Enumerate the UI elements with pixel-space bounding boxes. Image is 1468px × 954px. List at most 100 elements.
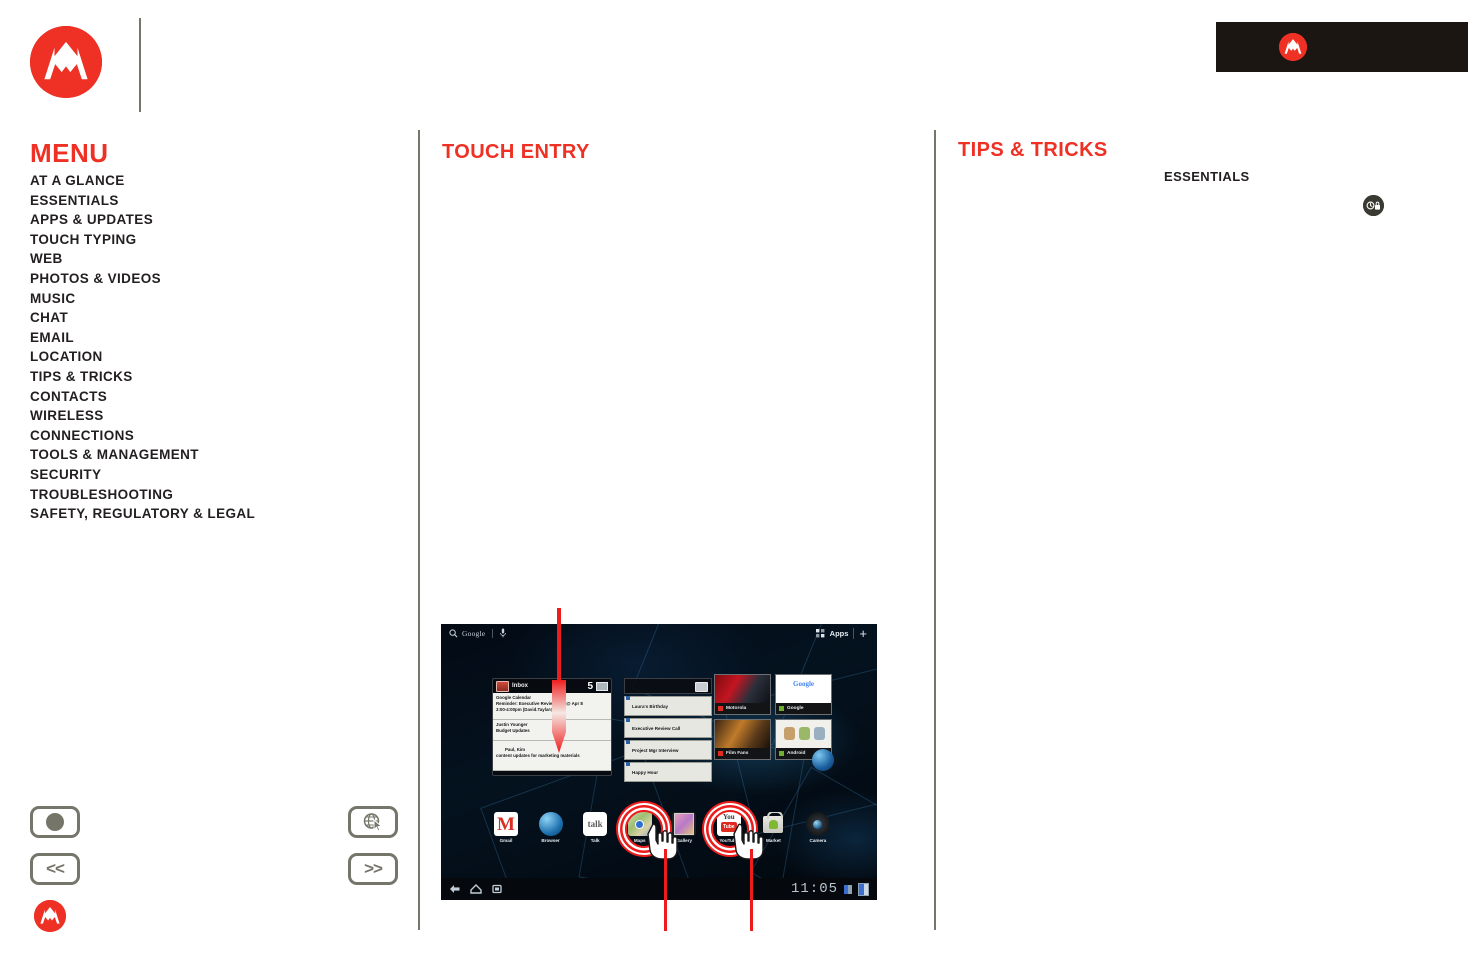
- event-color-chip: [626, 762, 630, 766]
- calendar-event[interactable]: Happy Hour: [624, 762, 712, 782]
- dock-app-gallery[interactable]: Gallery: [665, 812, 703, 858]
- menu-item-email[interactable]: EMAIL: [30, 328, 390, 348]
- menu-item-tips-and-tricks[interactable]: TIPS & TRICKS: [30, 367, 390, 387]
- calendar-event-title: Happy Hour: [632, 769, 659, 775]
- motorola-logo-header: [30, 26, 102, 98]
- web-button[interactable]: [348, 806, 398, 838]
- dock-app-label: Market: [765, 838, 781, 843]
- dock-app-label: Talk: [590, 838, 600, 843]
- talk-icon: talk: [583, 812, 608, 836]
- dock-app-gmail[interactable]: M Gmail: [487, 812, 525, 858]
- favicon-icon: [779, 751, 784, 756]
- bookmark-tile-google[interactable]: Google Google: [775, 674, 832, 715]
- camera-icon: [805, 812, 830, 836]
- gmail-icon: M: [494, 812, 518, 836]
- menu-item-security[interactable]: SECURITY: [30, 465, 390, 485]
- bookmark-label: Google: [787, 706, 804, 711]
- email-icon: [496, 680, 509, 692]
- back-icon[interactable]: [449, 884, 460, 894]
- battery-icon: [858, 882, 869, 896]
- dock-app-talk[interactable]: talk Talk: [576, 812, 614, 858]
- apps-separator: [853, 628, 855, 639]
- calendar-widget[interactable]: Laura's Birthday Executive Review Call P…: [624, 678, 712, 782]
- motorola-logo-footer: [34, 900, 66, 932]
- brand-badge: [1216, 22, 1468, 72]
- previous-icon: <<: [46, 859, 65, 878]
- motorola-logo-badge: [1279, 33, 1307, 61]
- menu-item-connections[interactable]: CONNECTIONS: [30, 426, 390, 446]
- tips-and-tricks-title: TIPS & TRICKS: [958, 139, 1108, 161]
- unread-count: 5: [587, 680, 593, 692]
- menu-item-apps-and-updates[interactable]: APPS & UPDATES: [30, 210, 390, 230]
- calendar-event[interactable]: Project Mgr Interview: [624, 740, 712, 760]
- google-search-bar[interactable]: Google: [449, 628, 507, 638]
- recent-apps-icon[interactable]: [492, 884, 503, 894]
- microphone-icon: [500, 628, 507, 638]
- app-dock: M Gmail Browser talk Talk Maps Gallery Y…: [487, 812, 837, 858]
- dock-app-market[interactable]: Market: [754, 812, 792, 858]
- bookmark-tile-motorola[interactable]: Motorola: [714, 674, 771, 715]
- calendar-event[interactable]: Executive Review Call: [624, 718, 712, 738]
- plus-icon[interactable]: +: [859, 627, 867, 640]
- menu-item-essentials[interactable]: ESSENTIALS: [30, 191, 390, 211]
- menu-item-location[interactable]: LOCATION: [30, 347, 390, 367]
- calendar-event[interactable]: Laura's Birthday: [624, 696, 712, 716]
- bookmark-thumbnail: [776, 720, 831, 748]
- dock-app-youtube[interactable]: You Tube YouTube: [710, 812, 748, 858]
- menu-item-at-a-glance[interactable]: AT A GLANCE: [30, 171, 390, 191]
- favicon-icon: [718, 706, 723, 711]
- gallery-icon: [672, 812, 697, 836]
- bookmark-label-row: Motorola: [715, 703, 770, 714]
- dock-app-camera[interactable]: Camera: [799, 812, 837, 858]
- event-color-chip: [626, 718, 630, 722]
- tablet-top-bar: Google Apps +: [441, 624, 877, 646]
- search-provider-label: Google: [462, 628, 486, 638]
- calendar-icon: [695, 682, 708, 692]
- apps-launcher[interactable]: Apps +: [815, 627, 867, 640]
- menu-item-chat[interactable]: CHAT: [30, 308, 390, 328]
- menu-title: MENU: [30, 138, 109, 168]
- next-icon: >>: [364, 859, 383, 878]
- home-icon[interactable]: [470, 884, 482, 894]
- favicon-icon: [718, 751, 723, 756]
- menu-item-contacts[interactable]: CONTACTS: [30, 387, 390, 407]
- home-button[interactable]: [30, 806, 80, 838]
- bookmark-tile-film-fans[interactable]: Film Fans: [714, 719, 771, 760]
- callout-line-youtube: [750, 849, 753, 931]
- dock-app-label: Camera: [809, 838, 827, 843]
- menu-item-wireless[interactable]: WIRELESS: [30, 406, 390, 426]
- dock-app-label: Gallery: [676, 838, 693, 843]
- menu-item-web[interactable]: WEB: [30, 249, 390, 269]
- event-color-chip: [626, 696, 630, 700]
- menu-item-touch-typing[interactable]: TOUCH TYPING: [30, 230, 390, 250]
- menu-item-troubleshooting[interactable]: TROUBLESHOOTING: [30, 485, 390, 505]
- calendar-event-title: Executive Review Call: [632, 725, 681, 731]
- apps-grid-icon: [815, 629, 825, 638]
- search-icon: [449, 628, 458, 637]
- status-clock: 11:05: [790, 881, 838, 897]
- bookmark-label-row: Google: [776, 703, 831, 714]
- next-page-button[interactable]: >>: [348, 853, 398, 885]
- menu-item-music[interactable]: MUSIC: [30, 289, 390, 309]
- google-wordmark: Google: [793, 680, 814, 688]
- bookmark-label-row: Film Fans: [715, 748, 770, 759]
- android-system-bar: 11:05: [441, 878, 877, 900]
- dock-app-label: Maps: [633, 838, 646, 843]
- browser-icon: [538, 812, 563, 836]
- dock-app-maps[interactable]: Maps: [621, 812, 659, 858]
- bookmark-label: Film Fans: [726, 751, 749, 756]
- annotation-down-arrow: [550, 608, 568, 756]
- dock-app-label: YouTube: [719, 838, 739, 843]
- menu-item-photos-and-videos[interactable]: PHOTOS & VIDEOS: [30, 269, 390, 289]
- menu-item-tools-and-management[interactable]: TOOLS & MANAGEMENT: [30, 445, 390, 465]
- market-icon: [761, 812, 785, 836]
- dock-app-browser[interactable]: Browser: [532, 812, 570, 858]
- email-widget-title: Inbox: [512, 683, 528, 689]
- page-title: TOUCH ENTRY: [442, 141, 590, 163]
- envelope-icon: [596, 681, 608, 691]
- dock-app-label: Gmail: [499, 838, 513, 843]
- previous-page-button[interactable]: <<: [30, 853, 80, 885]
- apps-label: Apps: [829, 629, 849, 638]
- menu-item-safety-regulatory-legal[interactable]: SAFETY, REGULATORY & LEGAL: [30, 504, 390, 524]
- calendar-event-title: Project Mgr Interview: [632, 747, 679, 753]
